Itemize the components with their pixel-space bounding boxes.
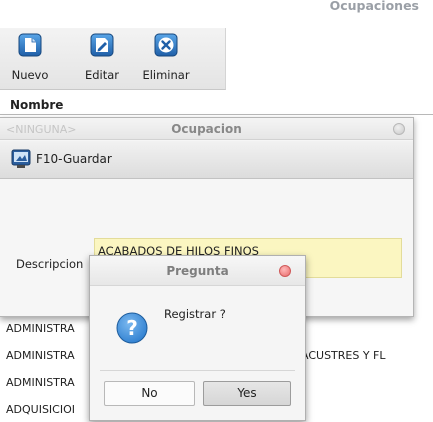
nuevo-label: Nuevo	[11, 68, 49, 82]
editar-label: Editar	[84, 68, 120, 82]
guardar-label: F10-Guardar	[36, 152, 112, 166]
descripcion-label: Descripcion	[16, 257, 84, 271]
new-document-icon	[18, 33, 42, 57]
ocupacion-dialog-titlebar[interactable]: <NINGUNA> Ocupacion	[0, 118, 413, 140]
nuevo-button[interactable]: Nuevo	[0, 28, 60, 88]
eliminar-button[interactable]: Eliminar	[136, 28, 196, 88]
save-monitor-icon	[11, 149, 31, 168]
svg-text:?: ?	[126, 316, 138, 340]
divider	[100, 370, 295, 371]
toolbar: Nuevo Editar Eliminar	[0, 28, 226, 90]
delete-x-icon	[154, 33, 178, 57]
table-row[interactable]: ADMINISTRA	[6, 376, 75, 389]
close-button[interactable]	[393, 123, 405, 135]
pregunta-dialog-title: Pregunta	[166, 264, 229, 278]
edit-document-icon	[90, 33, 114, 57]
question-icon: ?	[116, 312, 148, 344]
eliminar-label: Eliminar	[142, 68, 190, 82]
column-header-nombre[interactable]: Nombre	[0, 95, 433, 115]
editar-button[interactable]: Editar	[72, 28, 132, 88]
yes-button[interactable]: Yes	[203, 381, 291, 406]
pregunta-dialog: Pregunta ? Registrar ? No Yes	[89, 255, 306, 421]
window-title: Ocupaciones	[329, 0, 419, 13]
no-button[interactable]: No	[104, 381, 195, 406]
table-row[interactable]: ADMINISTRA	[6, 349, 75, 362]
table-row[interactable]: ADMINISTRA	[6, 322, 75, 335]
pregunta-message: Registrar ?	[164, 307, 226, 321]
table-cell-partial: ACUSTRES Y FL	[301, 349, 386, 362]
ocupacion-toolbar: F10-Guardar	[0, 141, 413, 179]
ocupacion-dialog-title: Ocupacion	[171, 122, 242, 136]
pregunta-dialog-titlebar[interactable]: Pregunta	[90, 256, 305, 286]
close-button[interactable]	[279, 265, 291, 277]
table-row[interactable]: ADQUISICIOI	[6, 403, 75, 416]
